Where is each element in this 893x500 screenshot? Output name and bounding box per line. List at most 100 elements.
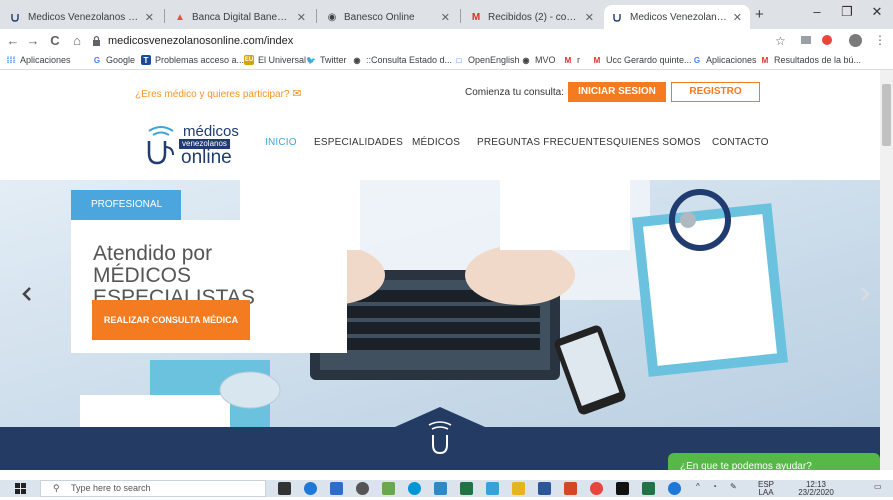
- bookmarks-bar: ⁞⁞⁞ Aplicaciones G Google T Problemas ac…: [0, 53, 893, 70]
- profile-avatar[interactable]: [849, 34, 862, 47]
- bookmark-label: Aplicaciones: [20, 55, 71, 65]
- store-icon[interactable]: [330, 482, 343, 495]
- word-icon[interactable]: [538, 482, 551, 495]
- browser-toolbar: ← → C ⌂ medicosvenezolanosonline.com/ind…: [0, 29, 893, 53]
- bookmark-gmail-r[interactable]: M r: [563, 55, 580, 65]
- tab-medicos-active[interactable]: Medicos Venezolanos Online ✕: [604, 5, 750, 29]
- carousel-next-button[interactable]: [860, 287, 870, 306]
- reload-button[interactable]: C: [46, 32, 64, 50]
- task-view-icon[interactable]: [278, 482, 291, 495]
- bookmark-problemas[interactable]: T Problemas acceso a...: [141, 55, 244, 65]
- bookmark-label: Google: [106, 55, 136, 65]
- globe-icon: ◉: [522, 55, 530, 65]
- consult-label: Comienza tu consulta:: [465, 87, 564, 98]
- web-page: ¿Eres médico y quieres participar? ✉ Com…: [0, 70, 880, 470]
- join-doctor-text: ¿Eres médico y quieres participar?: [135, 89, 290, 100]
- pen-icon[interactable]: ✎: [730, 483, 737, 491]
- login-button[interactable]: INICIAR SESION: [568, 82, 666, 102]
- chat-widget[interactable]: ¿En que te podemos ayudar?: [668, 453, 880, 470]
- star-icon[interactable]: ☆: [775, 34, 786, 48]
- hp-icon[interactable]: [408, 482, 421, 495]
- tray-chevron-icon[interactable]: ^: [696, 483, 700, 491]
- nav-quienes-somos[interactable]: QUIENES SOMOS: [613, 137, 701, 148]
- nav-especialidades[interactable]: ESPECIALIDADES: [314, 137, 403, 148]
- gmail-icon: M: [564, 55, 572, 65]
- close-icon[interactable]: ✕: [145, 11, 154, 24]
- lock-icon: [92, 35, 101, 49]
- bookmark-label: Ucc Gerardo quinte...: [606, 55, 692, 65]
- tab-medicos-1[interactable]: Medicos Venezolanos Online - ✕: [2, 5, 162, 29]
- network-icon[interactable]: ◔: [712, 483, 717, 491]
- bookmark-aplicaciones-2[interactable]: G Aplicaciones: [692, 55, 757, 65]
- project-icon[interactable]: [460, 482, 473, 495]
- bookmark-ucc[interactable]: M Ucc Gerardo quinte...: [592, 55, 692, 65]
- tab-title: Medicos Venezolanos Online -: [28, 11, 139, 23]
- notifications-icon[interactable]: ▭: [874, 483, 882, 491]
- amazon-icon[interactable]: [616, 482, 629, 495]
- nav-contacto[interactable]: CONTACTO: [712, 137, 769, 148]
- maximize-button[interactable]: ❐: [832, 4, 862, 24]
- close-window-button[interactable]: ✕: [862, 4, 892, 24]
- bookmark-apps[interactable]: ⁞⁞⁞ Aplicaciones: [6, 55, 71, 65]
- nav-medicos[interactable]: MÉDICOS: [412, 137, 460, 148]
- site-logo[interactable]: médicos venezolanos online: [143, 123, 243, 173]
- bookmark-label: El Universal: [258, 55, 307, 65]
- bookmark-label: Problemas acceso a...: [155, 55, 245, 65]
- scrollbar-thumb[interactable]: [882, 84, 891, 146]
- register-button[interactable]: REGISTRO: [671, 82, 760, 102]
- forward-button[interactable]: →: [24, 32, 42, 50]
- taskbar-search-input[interactable]: ⚲ Type here to search: [40, 480, 266, 497]
- close-icon[interactable]: ✕: [733, 11, 742, 24]
- start-button[interactable]: [0, 480, 40, 497]
- close-icon[interactable]: ✕: [297, 11, 306, 24]
- bookmark-google[interactable]: G Google: [92, 55, 135, 65]
- t-logo-icon: T: [141, 55, 151, 65]
- extension-flag-icon[interactable]: [801, 36, 811, 44]
- chevron-right-icon: [861, 287, 870, 301]
- powerpoint-icon[interactable]: [564, 482, 577, 495]
- menu-kebab-icon[interactable]: ⋮: [874, 33, 886, 47]
- close-icon[interactable]: ✕: [441, 11, 450, 24]
- excel-icon[interactable]: [642, 482, 655, 495]
- consult-cta-button[interactable]: REALIZAR CONSULTA MÉDICA: [92, 300, 250, 340]
- address-bar[interactable]: medicosvenezolanosonline.com/index: [108, 31, 768, 51]
- mail-icon: ✉: [292, 88, 302, 100]
- language-indicator[interactable]: ESP LAA: [754, 481, 778, 497]
- app-icon-3[interactable]: [434, 482, 447, 495]
- back-button[interactable]: ←: [4, 32, 22, 50]
- globe-icon: ◉: [353, 55, 361, 65]
- tab-banesco-online[interactable]: ◉ Banesco Online ✕: [318, 5, 458, 29]
- bookmark-eluniversal[interactable]: EU El Universal: [244, 55, 306, 65]
- app-icon[interactable]: [356, 482, 369, 495]
- logo-line-1: médicos: [183, 123, 239, 140]
- tab-title: Banesco Online: [344, 11, 415, 23]
- clock[interactable]: 12:13 23/2/2020: [796, 481, 836, 497]
- home-button[interactable]: ⌂: [68, 32, 86, 50]
- help-icon[interactable]: [668, 482, 681, 495]
- tab-banesco[interactable]: ▲ Banca Digital Banesco - Banes ✕: [166, 5, 314, 29]
- chrome-icon[interactable]: [590, 482, 603, 495]
- tab-gmail[interactable]: M Recibidos (2) - consultadrsoto ✕: [462, 5, 602, 29]
- bookmark-resultados[interactable]: M Resultados de la bú...: [760, 55, 861, 65]
- bookmark-mvo[interactable]: ◉ MVO: [521, 55, 556, 65]
- nav-inicio[interactable]: INICIO: [265, 137, 297, 148]
- close-icon[interactable]: ✕: [585, 11, 594, 24]
- bookmark-twitter[interactable]: 🐦 Twitter: [306, 55, 347, 65]
- bookmark-consulta[interactable]: ◉ ::Consulta Estado d...: [352, 55, 453, 65]
- file-explorer-icon[interactable]: [512, 482, 525, 495]
- extension-icon[interactable]: [822, 35, 832, 45]
- stethoscope-badge-icon: [395, 407, 485, 470]
- new-tab-button[interactable]: +: [755, 6, 764, 23]
- app-icon-4[interactable]: [486, 482, 499, 495]
- hero-heading-1: Atendido por: [93, 242, 213, 265]
- hero-tab-profesional[interactable]: PROFESIONAL: [71, 190, 181, 220]
- bookmark-openenglish[interactable]: □ OpenEnglish: [454, 55, 520, 65]
- minimize-button[interactable]: –: [802, 4, 832, 24]
- carousel-prev-button[interactable]: [22, 287, 32, 306]
- app-icon-2[interactable]: [382, 482, 395, 495]
- nav-preguntas[interactable]: PREGUNTAS FRECUENTES: [477, 137, 613, 148]
- join-doctor-link[interactable]: ¿Eres médico y quieres participar? ✉: [135, 87, 302, 100]
- edge-icon[interactable]: [304, 482, 317, 495]
- tab-title: Medicos Venezolanos Online: [630, 11, 727, 23]
- windows-taskbar: ⚲ Type here to search ^ ◔ ✎ ESP LAA 12:1…: [0, 480, 893, 497]
